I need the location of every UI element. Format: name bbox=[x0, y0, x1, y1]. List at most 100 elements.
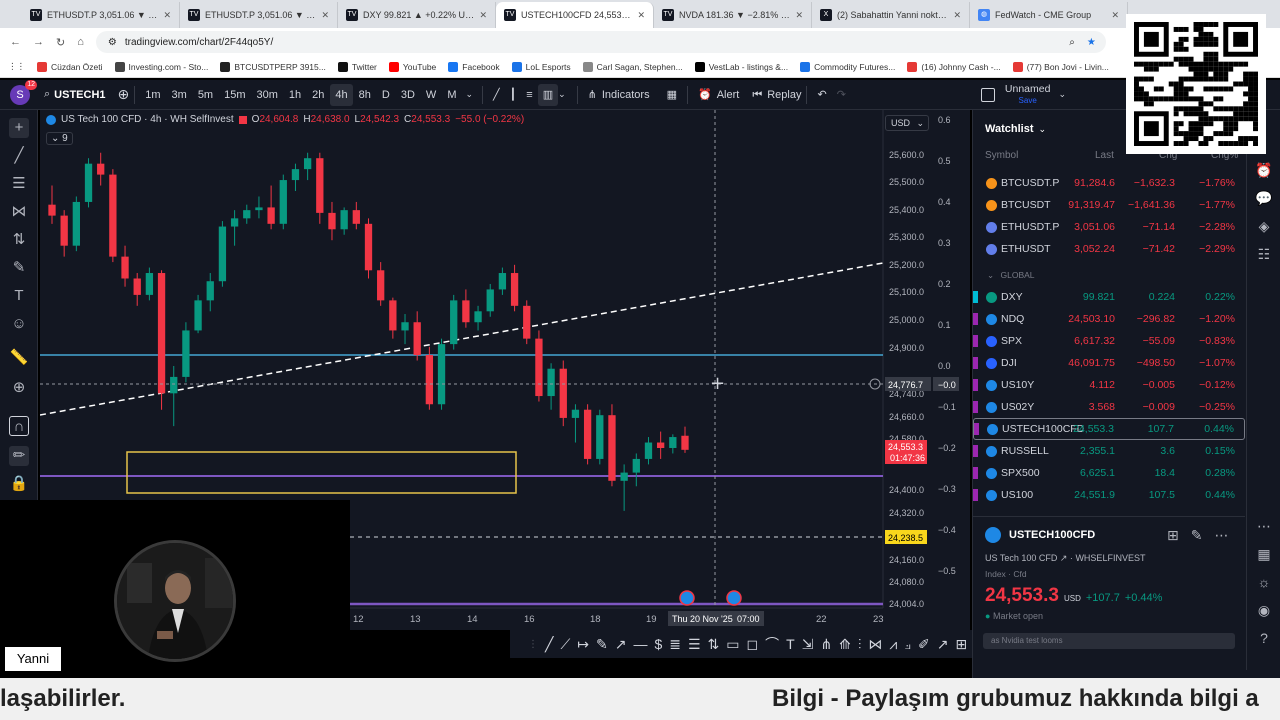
edit-icon[interactable]: ✎ bbox=[1191, 527, 1203, 544]
flag-marker-icon[interactable] bbox=[973, 313, 978, 325]
path-icon[interactable]: ↗ bbox=[615, 636, 627, 653]
candle[interactable] bbox=[243, 210, 251, 219]
crosshair-icon[interactable]: + bbox=[9, 118, 29, 138]
callout-icon[interactable]: ◻ bbox=[747, 636, 759, 653]
candle[interactable] bbox=[121, 256, 129, 279]
interval-1h[interactable]: 1h bbox=[284, 84, 306, 106]
candle[interactable] bbox=[364, 223, 373, 271]
candle[interactable] bbox=[109, 174, 117, 257]
trend-line-icon[interactable]: ╱ bbox=[545, 636, 553, 653]
interval-W[interactable]: W bbox=[421, 84, 441, 106]
interval-M[interactable]: M bbox=[442, 84, 461, 106]
rectangle-icon[interactable]: ▭ bbox=[726, 636, 739, 653]
candle[interactable] bbox=[291, 169, 300, 181]
detail-symbol[interactable]: USTECH100CFD bbox=[1009, 529, 1095, 541]
interval-5m[interactable]: 5m bbox=[193, 84, 218, 106]
close-tab-icon[interactable]: ✕ bbox=[637, 10, 645, 21]
browser-tab[interactable]: TV USTECH100CFD 24,553.3 ▲ +0 ✕ bbox=[496, 2, 654, 28]
candle[interactable] bbox=[437, 344, 446, 405]
candle[interactable] bbox=[316, 158, 324, 213]
candle[interactable] bbox=[230, 218, 239, 227]
more-icon[interactable]: ⋯ bbox=[1214, 527, 1228, 544]
horizontal-ray-icon[interactable]: ↦ bbox=[577, 636, 589, 653]
pattern-icon[interactable]: ⋈ bbox=[9, 202, 29, 222]
candle[interactable] bbox=[352, 210, 360, 224]
interval-3D[interactable]: 3D bbox=[396, 84, 420, 106]
brush-icon[interactable]: ✎ bbox=[596, 636, 608, 653]
candle[interactable] bbox=[596, 415, 604, 459]
interval-30m[interactable]: 30m bbox=[252, 84, 283, 106]
bookmark-item[interactable]: Facebook bbox=[448, 61, 500, 72]
close-tab-icon[interactable]: ✕ bbox=[479, 10, 487, 21]
candle[interactable] bbox=[681, 435, 689, 450]
prediction-icon[interactable]: ⇅ bbox=[9, 230, 29, 250]
indicators-icon[interactable]: ⋔ bbox=[583, 84, 602, 106]
magnet-icon[interactable]: ∩ bbox=[9, 416, 29, 436]
ruler-icon[interactable]: 📏 bbox=[9, 348, 29, 368]
layers-icon[interactable]: ◈ bbox=[1254, 216, 1274, 236]
flag-marker-icon[interactable] bbox=[973, 379, 978, 391]
compare-symbol-icon[interactable]: ⊕ bbox=[118, 86, 130, 103]
drag-handle-icon[interactable]: ⋮ bbox=[528, 639, 538, 650]
watchlist-row[interactable]: US100 24,551.9 107.5 0.44% bbox=[973, 484, 1245, 506]
candle[interactable] bbox=[657, 442, 665, 448]
candle[interactable] bbox=[194, 300, 202, 331]
candle[interactable] bbox=[583, 409, 592, 459]
interval-1m[interactable]: 1m bbox=[140, 84, 165, 106]
candle[interactable] bbox=[60, 215, 68, 246]
trend-line-icon[interactable]: ╱ bbox=[9, 146, 29, 166]
bookmark-item[interactable]: YouTube bbox=[388, 61, 436, 72]
url-input[interactable]: ⚙ tradingview.com/chart/2F44qo5Y/ ⌕ ★ bbox=[95, 31, 1106, 53]
candle[interactable] bbox=[377, 270, 385, 301]
candle[interactable] bbox=[559, 368, 567, 418]
browser-tab[interactable]: TV ETHUSDT.P 3,051.06 ▼ −2.28% ✕ bbox=[22, 2, 180, 28]
alerts-icon[interactable]: ⏰ bbox=[1254, 160, 1274, 180]
interval-4h[interactable]: 4h bbox=[330, 83, 353, 106]
chart-type-dropdown-icon[interactable]: ⌄ bbox=[558, 89, 566, 100]
candle[interactable] bbox=[145, 273, 154, 295]
interval-2h[interactable]: 2h bbox=[307, 84, 329, 106]
bookmark-item[interactable]: Cüzdan Özeti bbox=[37, 61, 103, 72]
apps-icon[interactable]: ⋮⋮ bbox=[8, 61, 25, 72]
close-tab-icon[interactable]: ✕ bbox=[1111, 10, 1119, 21]
indicators-button[interactable]: Indicators bbox=[602, 89, 650, 101]
browser-tab[interactable]: TV DXY 99.821 ▲ +0.22% Unname ✕ bbox=[338, 2, 496, 28]
hotlist-icon[interactable]: ☷ bbox=[1254, 244, 1274, 264]
candle[interactable] bbox=[267, 207, 275, 224]
interval-dropdown-icon[interactable]: ⌄ bbox=[465, 89, 473, 100]
watchlist-row[interactable]: BTCUSDT 91,319.47 −1,641.36 −1.77% bbox=[973, 194, 1245, 216]
flag-marker-icon[interactable] bbox=[973, 357, 978, 369]
watchlist-row[interactable]: BTCUSDT.P 91,284.6 −1,632.3 −1.76% bbox=[973, 172, 1245, 194]
arrow-icon[interactable]: ↗ bbox=[937, 636, 949, 653]
candle[interactable] bbox=[450, 300, 458, 345]
bookmark-item[interactable]: (77) Bon Jovi - Livin... bbox=[1012, 61, 1109, 72]
curve-icon[interactable]: ⌒ bbox=[765, 634, 779, 654]
bookmark-item[interactable]: LoL Esports bbox=[511, 61, 571, 72]
grid-icon[interactable]: ⊞ bbox=[955, 636, 967, 653]
bookmark-item[interactable]: Investing.com - Sto... bbox=[114, 61, 208, 72]
flag-marker-icon[interactable] bbox=[974, 423, 979, 435]
flag-marker-icon[interactable] bbox=[973, 335, 978, 347]
candle[interactable] bbox=[571, 409, 580, 418]
candle[interactable] bbox=[206, 281, 214, 301]
candle[interactable] bbox=[632, 458, 640, 473]
layout-icon[interactable] bbox=[980, 87, 995, 102]
close-tab-icon[interactable]: ✕ bbox=[953, 10, 961, 21]
group-header[interactable]: ⌄ GLOBAL bbox=[987, 270, 1035, 281]
watchlist-row[interactable]: SPX 6,617.32 −55.09 −0.83% bbox=[973, 330, 1245, 352]
currency-selector[interactable]: USD ⌄ bbox=[885, 115, 929, 131]
gann-icon[interactable]: ⫶ bbox=[858, 636, 862, 653]
chat-icon[interactable]: 💬 bbox=[1254, 188, 1274, 208]
candle[interactable] bbox=[389, 300, 397, 331]
news-headline[interactable]: as Nvidia test looms bbox=[983, 633, 1235, 649]
elliott-icon[interactable]: ⩘ bbox=[889, 636, 897, 653]
candle[interactable] bbox=[97, 163, 105, 175]
col-last[interactable]: Last bbox=[1095, 150, 1114, 161]
external-link-icon[interactable]: ↗ · bbox=[1060, 553, 1076, 563]
col-symbol[interactable]: Symbol bbox=[985, 150, 1018, 161]
undo-icon[interactable]: ↶ bbox=[812, 84, 831, 106]
watchlist-row[interactable]: DJI 46,091.75 −498.50 −1.07% bbox=[973, 352, 1245, 374]
watchlist-row[interactable]: ETHUSDT.P 3,051.06 −71.14 −2.28% bbox=[973, 216, 1245, 238]
watchlist-row[interactable]: RUSSELL 2,355.1 3.6 0.15% bbox=[973, 440, 1245, 462]
back-icon[interactable]: ← bbox=[10, 36, 21, 48]
